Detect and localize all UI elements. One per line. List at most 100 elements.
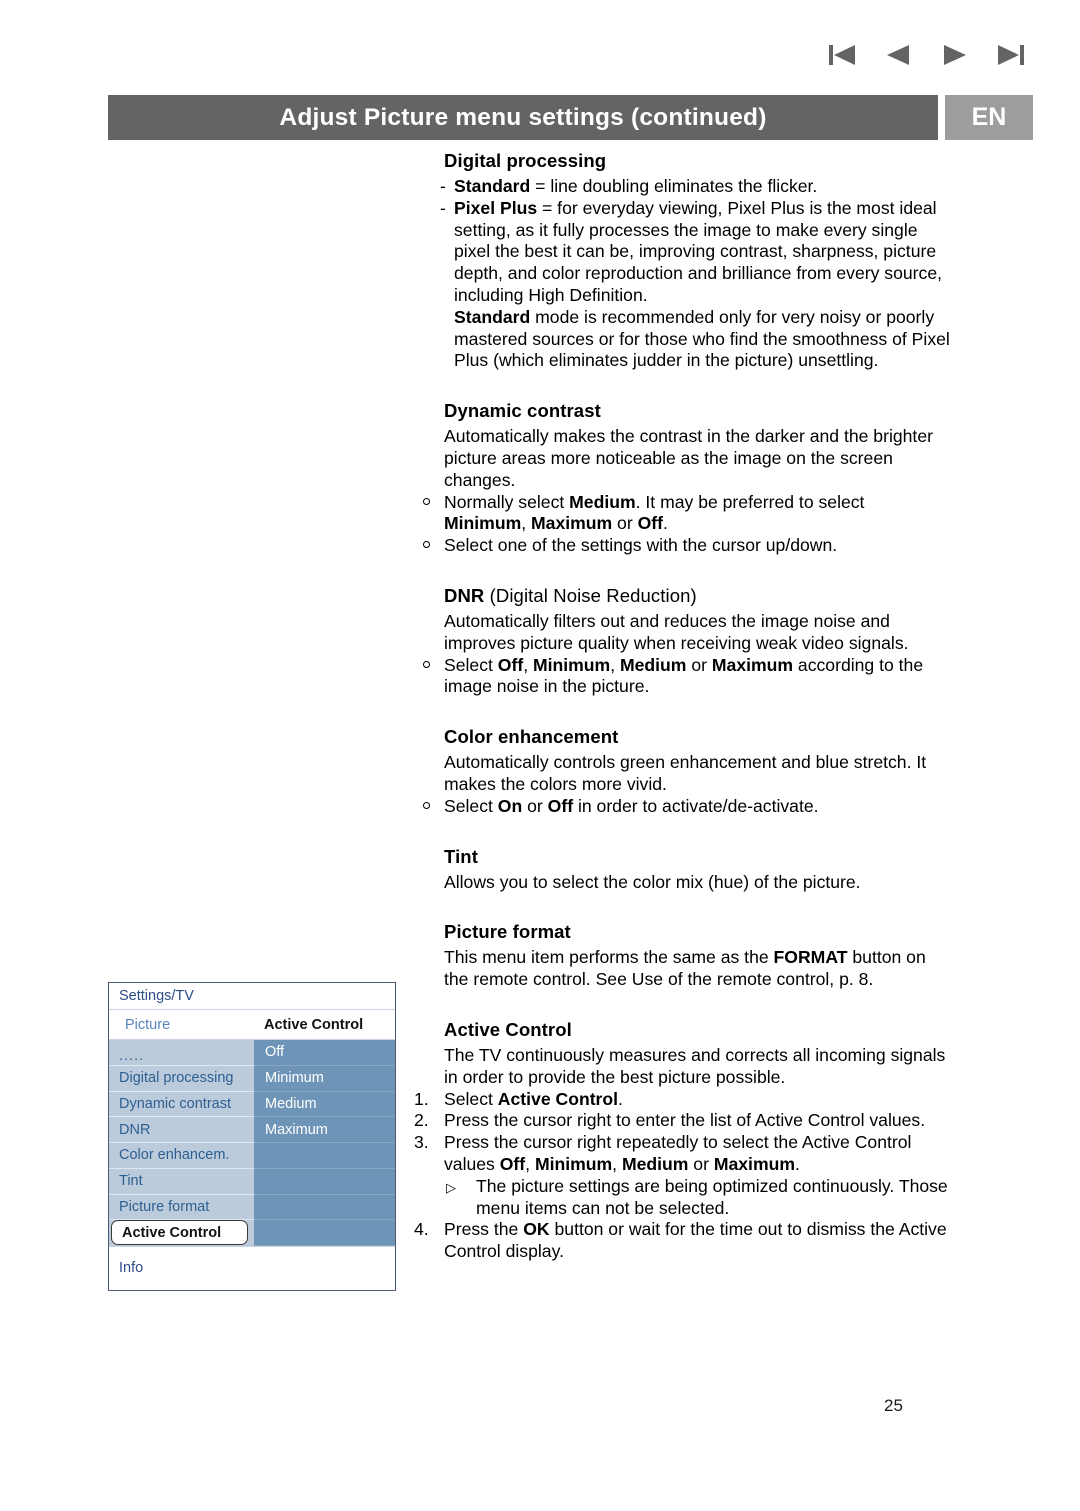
bullet-text-end: in order to activate/de-activate. (573, 795, 819, 816)
ok-button-name: OK (523, 1219, 550, 1240)
dnr-expansion: (Digital Noise Reduction) (484, 584, 697, 606)
step-text: Press the (444, 1219, 524, 1240)
tv-menu-screenshot: Settings/TV Picture Active Control .....… (108, 982, 396, 1291)
tv-menu-item-dnr[interactable]: DNR (109, 1117, 254, 1143)
digital-processing-list: - Standard = line doubling eliminates the… (440, 176, 950, 372)
tv-menu-value-empty (254, 1220, 395, 1246)
tv-menu-item-digital-processing[interactable]: Digital processing (109, 1066, 254, 1092)
bullet-text-end: . (662, 513, 668, 534)
tv-menu-body: ..... Digital processing Dynamic contras… (109, 1040, 395, 1246)
standard-mode-note: Standard mode is recommended only for ve… (454, 307, 950, 372)
last-page-icon[interactable] (994, 38, 1028, 72)
dash-marker: - (440, 197, 446, 218)
tint-paragraph: Allows you to select the color mix (hue)… (444, 871, 861, 892)
circle-bullet-icon (423, 497, 430, 505)
format-button-name: FORMAT (773, 947, 848, 968)
list-item: Normally select Medium. It may be prefer… (423, 491, 950, 536)
tv-menu-footer-info[interactable]: Info (109, 1246, 395, 1288)
tv-menu-item-picture-format[interactable]: Picture format (109, 1195, 254, 1221)
list-item: Select On or Off in order to activate/de… (423, 795, 950, 818)
list-item: 3. Press the cursor right repeatedly to s… (410, 1132, 950, 1176)
step-text: Select (444, 1088, 498, 1109)
value-medium: Medium (569, 491, 636, 512)
list-item: 2. Press the cursor right to enter the li… (410, 1110, 950, 1132)
list-item: 4. Press the OK button or wait for the ti… (410, 1219, 950, 1263)
next-page-icon[interactable] (938, 38, 972, 72)
language-badge: EN (945, 95, 1033, 140)
dnr-paragraph: Automatically filters out and reduces th… (444, 610, 909, 653)
value-maximum: Maximum (711, 654, 794, 675)
tv-menu-category: Picture (125, 1016, 171, 1033)
list-item: - Pixel Plus = for everyday viewing, Pixe… (440, 198, 950, 372)
tv-menu-header-row: Picture Active Control (109, 1010, 395, 1040)
value-minimum: Minimum (532, 654, 611, 675)
value-medium: Medium (619, 654, 687, 675)
step-number: 1. (414, 1088, 429, 1109)
tv-menu-value-header: Active Control (264, 1016, 364, 1033)
section-heading-tint: Tint (444, 845, 478, 867)
menu-name-active-control: Active Control (497, 1088, 619, 1109)
section-heading-picture-format: Picture format (444, 921, 571, 943)
separator: , (610, 654, 620, 675)
tv-menu-value-medium[interactable]: Medium (254, 1092, 395, 1118)
breadcrumb: Settings/TV (109, 983, 395, 1010)
bullet-text: Select (444, 795, 498, 816)
previous-page-icon[interactable] (882, 38, 916, 72)
separator: , (521, 513, 531, 534)
step-number: 3. (414, 1132, 429, 1153)
tv-menu-item-color-enhancement[interactable]: Color enhancem. (109, 1143, 254, 1169)
page-header: Adjust Picture menu settings (continued)… (108, 95, 1033, 140)
value-minimum: Minimum (534, 1153, 613, 1174)
section-heading-active-control: Active Control (444, 1018, 572, 1040)
value-minimum: Minimum (444, 513, 522, 534)
tv-menu-item-ellipsis[interactable]: ..... (109, 1040, 254, 1066)
bullet-text: Select one of the settings with the curs… (444, 535, 838, 556)
term-standard-2: Standard (454, 306, 531, 327)
value-off: Off (497, 654, 524, 675)
tv-menu-value-empty (254, 1169, 395, 1195)
circle-bullet-icon (423, 801, 430, 809)
separator: or (688, 1153, 714, 1174)
dynamic-contrast-paragraph: Automatically makes the contrast in the … (444, 426, 933, 490)
term-standard: Standard (454, 176, 531, 196)
value-maximum: Maximum (531, 513, 613, 534)
list-item-note: ▷ The picture settings are being optimize… (410, 1176, 950, 1220)
separator: , (525, 1153, 535, 1174)
circle-bullet-icon (423, 541, 430, 549)
tv-menu-value-empty (254, 1195, 395, 1221)
section-heading-color-enhancement: Color enhancement (444, 726, 619, 748)
tv-menu-value-minimum[interactable]: Minimum (254, 1066, 395, 1092)
separator: or (612, 513, 638, 534)
tv-menu-item-tint[interactable]: Tint (109, 1169, 254, 1195)
tv-menu-value-column: Off Minimum Medium Maximum (254, 1040, 395, 1246)
section-heading-dnr: DNR (Digital Noise Reduction) (444, 585, 950, 607)
step-text-end: . (618, 1088, 623, 1109)
circle-bullet-icon (423, 660, 430, 668)
list-item: 1. Select Active Control. (410, 1089, 950, 1111)
separator: , (523, 654, 533, 675)
list-item: - Standard = line doubling eliminates the… (440, 176, 950, 198)
value-off: Off (499, 1153, 526, 1174)
step-text-end: . (794, 1153, 800, 1174)
tv-menu-value-off[interactable]: Off (254, 1040, 395, 1066)
tv-menu-item-dynamic-contrast[interactable]: Dynamic contrast (109, 1092, 254, 1118)
main-content: Digital processing - Standard = line doub… (410, 150, 950, 1263)
color-enhancement-paragraph: Automatically controls green enhancement… (444, 752, 927, 794)
page-navigation-bar (826, 38, 1028, 72)
section-heading-dynamic-contrast: Dynamic contrast (444, 400, 601, 422)
note-text: The picture settings are being optimized… (476, 1175, 948, 1218)
header-title-bar: Adjust Picture menu settings (continued) (108, 95, 938, 140)
section-heading-digital-processing: Digital processing (444, 150, 607, 171)
page-title: Adjust Picture menu settings (continued) (279, 103, 767, 131)
bullet-text-mid: . It may be preferred to select (635, 491, 865, 512)
separator: , (612, 1153, 622, 1174)
separator: or (522, 795, 548, 816)
picture-format-paragraph: This menu item performs the same as the … (444, 947, 950, 991)
first-page-icon[interactable] (826, 38, 860, 72)
picture-format-text: This menu item performs the same as the (444, 947, 774, 968)
tv-menu-value-maximum[interactable]: Maximum (254, 1117, 395, 1143)
dash-marker: - (440, 176, 446, 196)
tv-menu-item-active-control-selected[interactable]: Active Control (111, 1220, 248, 1246)
value-off: Off (637, 513, 663, 534)
term-standard-description: = line doubling eliminates the flicker. (530, 176, 818, 196)
